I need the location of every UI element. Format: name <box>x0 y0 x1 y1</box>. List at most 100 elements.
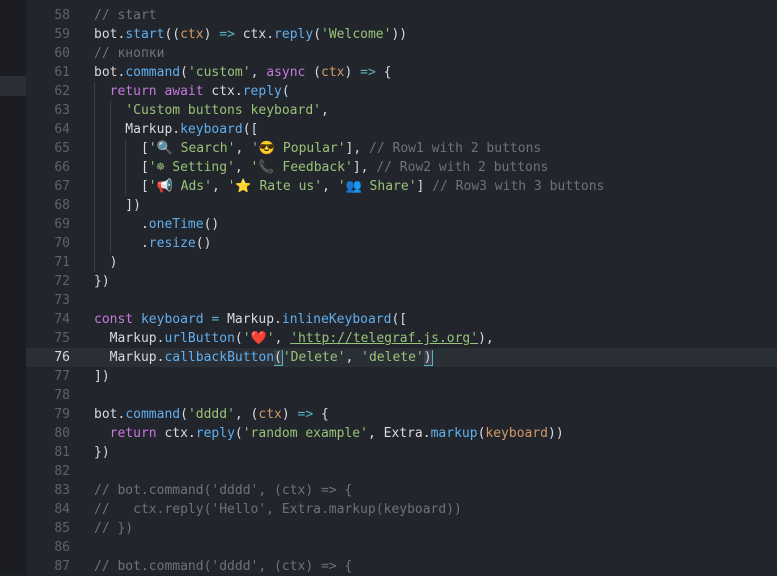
line-number: 59 <box>54 27 70 42</box>
code-token: }) <box>94 445 110 460</box>
code-text: .oneTime() <box>94 215 219 234</box>
code-line[interactable]: 65 ['🔍 Search', '😎 Popular'], // Row1 wi… <box>26 139 777 158</box>
code-line[interactable]: 76 Markup.callbackButton('Delete', 'dele… <box>26 348 777 367</box>
line-number: 79 <box>54 407 70 422</box>
code-token: 'custom' <box>187 65 251 80</box>
code-line[interactable]: 75 Markup.urlButton('❤️', 'http://telegr… <box>26 329 777 348</box>
code-token: async <box>266 65 306 80</box>
code-token: , <box>235 141 252 156</box>
code-token: => <box>297 407 314 422</box>
code-line[interactable]: 80 return ctx.reply('random example', Ex… <box>26 424 777 443</box>
code-token: ( <box>305 65 322 80</box>
code-token: ctx <box>258 407 282 422</box>
line-number: 81 <box>54 445 70 460</box>
code-token: ], <box>345 141 370 156</box>
code-text: .resize() <box>94 234 211 253</box>
line-number: 77 <box>54 369 70 384</box>
code-line[interactable]: 70 .resize() <box>26 234 777 253</box>
code-line[interactable]: 59 bot.start((ctx) => ctx.reply('Welcome'… <box>26 25 777 44</box>
code-token: ( <box>180 407 188 422</box>
code-text: Markup.urlButton('❤️', 'http://telegraf.… <box>94 329 494 348</box>
code-line[interactable]: 64 Markup.keyboard([ <box>26 120 777 139</box>
code-line[interactable]: 69 .oneTime() <box>26 215 777 234</box>
code-text: // bot.command('dddd', (ctx) => { <box>94 481 352 500</box>
code-token: ]) <box>94 198 141 213</box>
code-token: => <box>360 65 376 80</box>
code-token: , <box>320 103 329 118</box>
code-token: ( <box>313 27 322 42</box>
line-number: 85 <box>54 521 70 536</box>
code-line[interactable]: 79 bot.command('dddd', (ctx) => { <box>26 405 777 424</box>
code-text: // ctx.reply('Hello', Extra.markup(keybo… <box>94 500 462 519</box>
code-line[interactable]: 74 const keyboard = Markup.inlineKeyboard… <box>26 310 777 329</box>
code-token: ]) <box>94 369 110 384</box>
line-number: 80 <box>54 426 70 441</box>
code-token: // Row2 with 2 buttons <box>376 160 549 175</box>
code-token: reply <box>242 84 282 99</box>
line-number: 71 <box>54 255 70 270</box>
code-line[interactable]: 60 // кнопки <box>26 44 777 63</box>
code-text: return await ctx.reply( <box>94 82 290 101</box>
code-line[interactable]: 58 // start <box>26 6 777 25</box>
line-number: 63 <box>54 103 70 118</box>
code-line[interactable]: 63 'Custom buttons keyboard', <box>26 101 777 120</box>
code-token: '☸ Setting' <box>148 160 235 175</box>
code-token: () <box>203 217 220 232</box>
code-line[interactable]: 81}) <box>26 443 777 462</box>
code-token: )) <box>391 27 408 42</box>
line-number: 60 <box>54 46 70 61</box>
code-line[interactable]: 84 // ctx.reply('Hello', Extra.markup(key… <box>26 500 777 519</box>
code-token: [ <box>94 160 149 175</box>
code-token: resize <box>148 236 196 251</box>
code-text: // start <box>94 6 157 25</box>
code-token: Markup. <box>94 122 181 137</box>
code-token: . <box>94 236 149 251</box>
code-line[interactable]: 86 <box>26 538 777 557</box>
line-number: 87 <box>54 559 70 574</box>
code-token: // кнопки <box>94 46 165 61</box>
code-line[interactable]: 67 ['📢 Ads', '⭐ Rate us', '👥 Share'] // … <box>26 177 777 196</box>
code-line[interactable]: 62 return await ctx.reply( <box>26 82 777 101</box>
code-token: , <box>274 331 291 346</box>
code-line[interactable]: 73 <box>26 291 777 310</box>
code-token: , <box>345 350 362 365</box>
code-line[interactable]: 72}) <box>26 272 777 291</box>
code-line[interactable]: 78 <box>26 386 777 405</box>
code-token: ([ <box>391 312 408 327</box>
code-line[interactable]: 61 bot.command('custom', async (ctx) => { <box>26 63 777 82</box>
code-line[interactable]: 66 ['☸ Setting', '📞 Feedback'], // Row2 … <box>26 158 777 177</box>
line-number: 75 <box>54 331 70 346</box>
code-line[interactable]: 85 // }) <box>26 519 777 538</box>
code-line[interactable]: 82 <box>26 462 777 481</box>
code-token: // bot.command('dddd', (ctx) => { <box>94 483 353 498</box>
code-line[interactable]: 77]) <box>26 367 777 386</box>
code-token: () <box>195 236 212 251</box>
code-line[interactable]: 68 ]) <box>26 196 777 215</box>
code-line[interactable]: 87 // bot.command('dddd', (ctx) => { <box>26 557 777 576</box>
code-text: ]) <box>94 367 110 386</box>
code-line[interactable]: 83 // bot.command('dddd', (ctx) => { <box>26 481 777 500</box>
line-number: 65 <box>54 141 70 156</box>
code-line[interactable]: 71 ) <box>26 253 777 272</box>
line-number: 64 <box>54 122 70 137</box>
code-token: , <box>322 179 338 194</box>
code-text: bot.command('dddd', (ctx) => { <box>94 405 329 424</box>
code-token: ctx <box>180 27 204 42</box>
line-number: 61 <box>54 65 70 80</box>
code-token: keyboard <box>140 312 204 327</box>
code-token: // Row1 with 2 buttons <box>369 141 542 156</box>
code-text: }) <box>94 443 110 462</box>
code-token: reply <box>195 426 235 441</box>
code-token: . <box>94 217 149 232</box>
code-token: [ <box>94 179 149 194</box>
code-token: ] <box>416 179 433 194</box>
line-number: 84 <box>54 502 70 517</box>
code-token: [ <box>94 141 149 156</box>
line-number: 69 <box>54 217 70 232</box>
code-token: bot. <box>94 27 126 42</box>
code-token: )) <box>548 426 564 441</box>
code-text: const keyboard = Markup.inlineKeyboard([ <box>94 310 407 329</box>
